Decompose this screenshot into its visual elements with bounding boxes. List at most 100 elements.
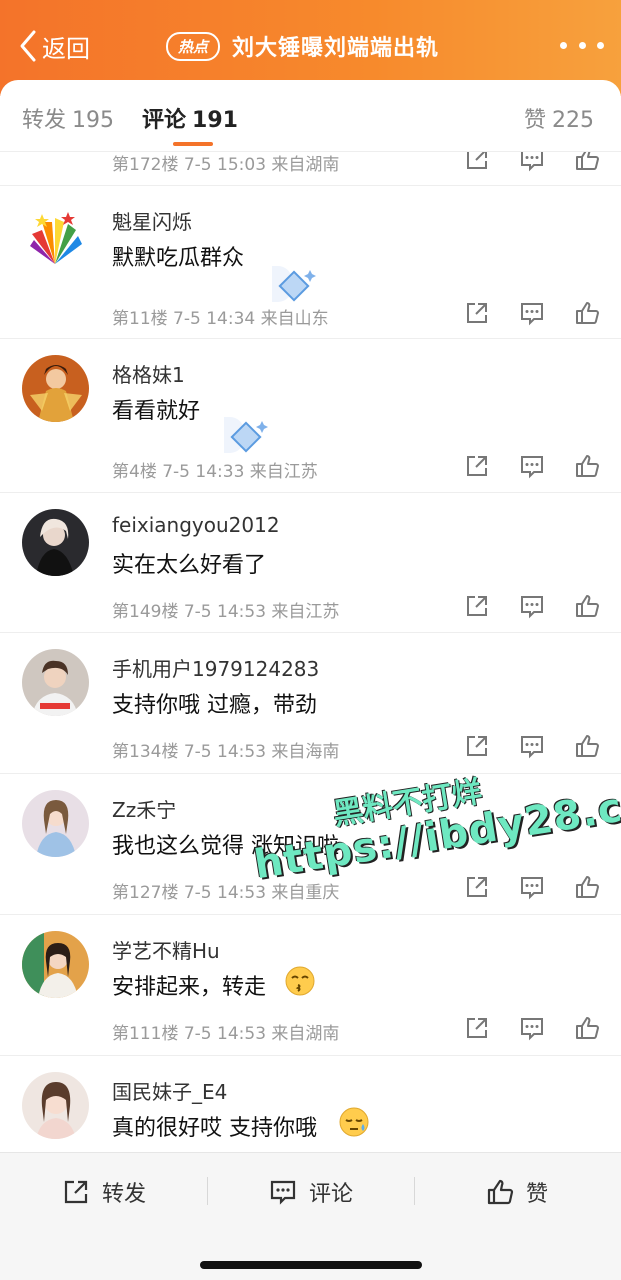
comment-username[interactable]: Zz禾宁 — [112, 794, 176, 823]
comment-username[interactable]: 格格妹1 — [112, 359, 185, 388]
comment-item: 第172楼 7-5 15:03 来自湖南 — [0, 152, 621, 186]
tab-repost[interactable]: 转发 195 — [22, 102, 114, 134]
comment-list[interactable]: 第172楼 7-5 15:03 来自湖南 魁星闪烁 默默吃瓜群众 第11楼 7-… — [0, 152, 621, 1152]
home-indicator[interactable] — [200, 1261, 422, 1269]
like-button[interactable]: 赞 — [486, 1175, 548, 1209]
comment-label: 评论 — [309, 1182, 354, 1207]
comment-icon[interactable] — [519, 300, 545, 326]
divider — [207, 1177, 208, 1205]
tab-count: 195 — [72, 108, 115, 133]
kiss-emoji-icon — [285, 966, 315, 996]
sweat-emoji-icon — [339, 1107, 369, 1137]
chevron-left-icon — [20, 30, 36, 62]
like-icon[interactable] — [574, 453, 600, 479]
share-icon[interactable] — [464, 593, 490, 619]
avatar[interactable] — [22, 355, 89, 422]
comment-icon[interactable] — [519, 874, 545, 900]
comment-actions — [464, 300, 600, 328]
comment-icon — [270, 1180, 296, 1205]
share-icon[interactable] — [464, 733, 490, 759]
tab-label: 赞 — [524, 108, 547, 133]
comment-item: feixiangyou2012 实在太么好看了 第149楼 7-5 14:53 … — [0, 493, 621, 633]
comment-text: 安排起来，转走 — [112, 975, 267, 1000]
comment-item: 国民妹子_E4 真的很好哎 支持你哦 — [0, 1056, 621, 1152]
tab-bar: 转发 195 评论 191 赞 225 — [0, 80, 621, 152]
share-icon[interactable] — [464, 874, 490, 900]
avatar[interactable] — [22, 204, 89, 271]
comment-username[interactable]: 魁星闪烁 — [112, 206, 192, 235]
comment-meta: 第134楼 7-5 14:53 来自海南 — [112, 742, 340, 762]
more-dot-icon — [597, 41, 604, 49]
diamond-badge-icon — [224, 417, 268, 453]
comment-item: 手机用户1979124283 支持你哦 过瘾，带劲 第134楼 7-5 14:5… — [0, 633, 621, 774]
comment-icon[interactable] — [519, 733, 545, 759]
comment-meta: 第127楼 7-5 14:53 来自重庆 — [112, 883, 340, 903]
thumbs-up-icon — [487, 1179, 514, 1205]
comment-meta: 第111楼 7-5 14:53 来自湖南 — [112, 1024, 340, 1044]
comment-item: 格格妹1 看看就好 第4楼 7-5 14:33 来自江苏 — [0, 339, 621, 493]
more-button[interactable] — [560, 30, 604, 60]
comment-text: 支持你哦 过瘾，带劲 — [112, 693, 317, 718]
avatar[interactable] — [22, 509, 89, 576]
share-icon[interactable] — [464, 1015, 490, 1041]
share-icon — [64, 1180, 88, 1204]
tab-count: 225 — [552, 108, 595, 133]
like-icon[interactable] — [574, 1015, 600, 1041]
comment-icon[interactable] — [519, 593, 545, 619]
comment-item: 魁星闪烁 默默吃瓜群众 第11楼 7-5 14:34 来自山东 — [0, 186, 621, 339]
comment-text: 看看就好 — [112, 399, 201, 424]
share-icon[interactable] — [464, 453, 490, 479]
comment-item: 学艺不精Hu 安排起来，转走 第111楼 7-5 14:53 来自湖南 — [0, 915, 621, 1056]
comment-username[interactable]: 学艺不精Hu — [112, 935, 220, 964]
comment-username[interactable]: feixiangyou2012 — [112, 513, 280, 537]
avatar[interactable] — [22, 790, 89, 857]
more-dot-icon — [560, 41, 567, 49]
comment-icon[interactable] — [519, 152, 545, 172]
comment-icon[interactable] — [519, 453, 545, 479]
active-tab-indicator — [173, 142, 213, 146]
share-icon[interactable] — [464, 152, 490, 172]
comment-username[interactable]: 手机用户1979124283 — [112, 653, 319, 682]
like-label: 赞 — [526, 1182, 549, 1207]
tab-likes[interactable]: 赞 225 — [524, 102, 594, 134]
tab-count: 191 — [192, 108, 238, 133]
comment-actions — [464, 733, 600, 761]
comment-username[interactable]: 国民妹子_E4 — [112, 1076, 227, 1105]
comment-meta: 第11楼 7-5 14:34 来自山东 — [112, 309, 329, 329]
tab-comments[interactable]: 评论 191 — [142, 102, 238, 134]
back-label: 返回 — [42, 34, 90, 63]
divider — [414, 1177, 415, 1205]
comment-actions — [464, 453, 600, 481]
like-icon[interactable] — [574, 152, 600, 172]
tab-label: 转发 — [22, 108, 67, 133]
avatar[interactable] — [22, 931, 89, 998]
like-icon[interactable] — [574, 300, 600, 326]
comment-text: 默默吃瓜群众 — [112, 246, 245, 271]
comment-meta: 第4楼 7-5 14:33 来自江苏 — [112, 462, 318, 482]
comment-text: 实在太么好看了 — [112, 553, 267, 578]
comment-actions — [464, 874, 600, 902]
avatar[interactable] — [22, 649, 89, 716]
comment-meta: 第149楼 7-5 14:53 来自江苏 — [112, 602, 340, 622]
comment-meta: 第172楼 7-5 15:03 来自湖南 — [112, 155, 340, 175]
comment-button[interactable]: 评论 — [269, 1175, 353, 1209]
repost-button[interactable]: 转发 — [62, 1175, 146, 1209]
back-button[interactable]: 返回 — [18, 26, 90, 66]
comment-actions — [464, 593, 600, 621]
like-icon[interactable] — [574, 733, 600, 759]
comment-actions — [464, 152, 600, 174]
page-title: 刘大锤曝刘端端出轨 — [232, 36, 440, 61]
like-icon[interactable] — [574, 874, 600, 900]
repost-label: 转发 — [102, 1182, 147, 1207]
like-icon[interactable] — [574, 593, 600, 619]
comment-actions — [464, 1015, 600, 1043]
avatar[interactable] — [22, 1072, 89, 1139]
title-area: 热点 刘大锤曝刘端端出轨 — [166, 28, 439, 64]
hot-badge: 热点 — [166, 31, 221, 61]
tab-label: 评论 — [142, 108, 187, 133]
share-icon[interactable] — [464, 300, 490, 326]
comment-icon[interactable] — [519, 1015, 545, 1041]
bottom-action-bar: 转发 评论 赞 — [0, 1152, 621, 1280]
comment-text: 真的很好哎 支持你哦 — [112, 1116, 317, 1141]
more-dot-icon — [578, 41, 586, 49]
